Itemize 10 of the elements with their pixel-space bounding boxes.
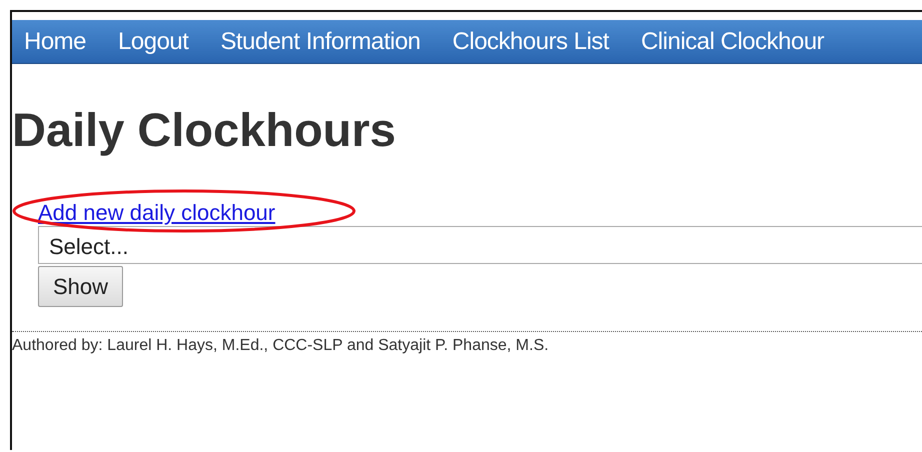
footer-text: Authored by: Laurel H. Hays, M.Ed., CCC-SLP and Satyajit P. Phanse, M.S. [12, 337, 550, 355]
show-button[interactable]: Show [38, 266, 124, 307]
add-link[interactable]: Add new daily clockhour [38, 200, 276, 226]
nav-link[interactable]: Home [24, 28, 86, 56]
page-title: Daily Clockhours [12, 102, 397, 158]
nav-link[interactable]: Student Information [220, 28, 420, 56]
select-dropdown[interactable]: Select... [38, 226, 922, 264]
nav-link[interactable]: Logout [118, 28, 188, 56]
nav-link[interactable]: Clinical Clockhour [640, 28, 824, 56]
nav-link[interactable]: Clockhours List [452, 28, 609, 56]
